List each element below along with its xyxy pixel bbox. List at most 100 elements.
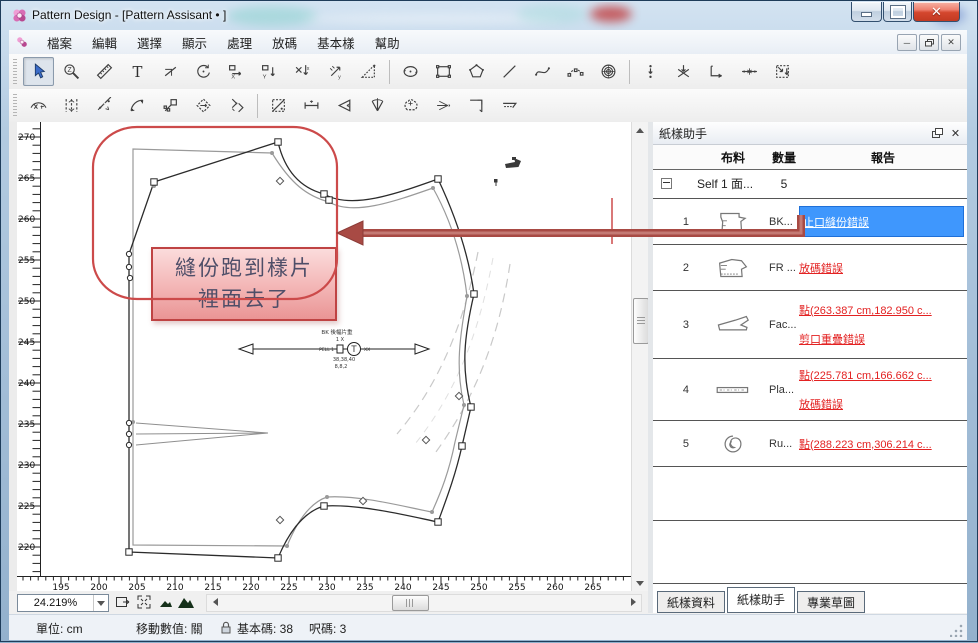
shape-arrows-tool-button[interactable]: [221, 91, 252, 120]
title-bar[interactable]: Pattern Design - [Pattern Assisant • ] ✕: [2, 2, 976, 30]
rotate-tool-button[interactable]: [188, 57, 219, 86]
mdi-minimize-button[interactable]: ─: [897, 34, 917, 51]
curve-points-tool-button[interactable]: [560, 57, 591, 86]
move-x-tool-button[interactable]: X: [221, 57, 252, 86]
pattern-canvas[interactable]: BK 後幅片重 1 X PELL 1 T XX 38,38,40 8,8,2: [41, 122, 631, 576]
table-row[interactable]: 1BK...止口縫份錯誤: [653, 199, 967, 245]
report-cell-selected[interactable]: 止口縫份錯誤: [799, 206, 964, 237]
maximize-button[interactable]: [883, 2, 912, 22]
report-link[interactable]: 點(225.781 cm,166.662 c...: [799, 367, 965, 383]
scroll-down-button[interactable]: [632, 575, 648, 591]
ruler-tool-button[interactable]: [89, 57, 120, 86]
scroll-up-button[interactable]: [632, 122, 648, 138]
select-arrow-button[interactable]: [23, 57, 54, 86]
table-row[interactable]: 5Ru...點(288.223 cm,306.214 c...: [653, 421, 967, 467]
move-y-tool-button[interactable]: Y: [254, 57, 285, 86]
rectangle-tool-button[interactable]: [428, 57, 459, 86]
resize-grip[interactable]: [950, 624, 963, 637]
zoom-out-preview-button[interactable]: [157, 594, 175, 610]
table-row-empty[interactable]: [653, 467, 967, 521]
zoom-dropdown-button[interactable]: [93, 595, 108, 611]
dart-left-tool-button[interactable]: [329, 91, 360, 120]
circle-tool-button[interactable]: [395, 57, 426, 86]
report-link[interactable]: 點(263.387 cm,182.950 c...: [799, 302, 965, 318]
fit-page-button[interactable]: [113, 594, 131, 610]
svg-text:260: 260: [18, 215, 35, 225]
mdi-restore-button[interactable]: [919, 34, 939, 51]
skew-tool-button[interactable]: x: [287, 57, 318, 86]
panel-float-button[interactable]: [930, 126, 945, 141]
point-box-tool-button[interactable]: [767, 57, 798, 86]
toolbar-grip[interactable]: [13, 59, 17, 84]
menu-編輯[interactable]: 編輯: [82, 30, 127, 55]
table-row[interactable]: 3Fac...點(263.387 cm,182.950 c...剪口重疊錯誤: [653, 291, 967, 359]
symmetry-shape-tool-button[interactable]: [188, 91, 219, 120]
scroll-left-button[interactable]: [207, 594, 223, 610]
menu-選擇[interactable]: 選擇: [127, 30, 172, 55]
polygon-tool-button[interactable]: [461, 57, 492, 86]
menu-基本樣[interactable]: 基本樣: [307, 30, 365, 55]
svg-text:270: 270: [18, 133, 35, 143]
point-corner-tool-button[interactable]: [701, 57, 732, 86]
scroll-right-button[interactable]: [625, 594, 641, 610]
corner-line-tool-button[interactable]: [461, 91, 492, 120]
menu-處理[interactable]: 處理: [217, 30, 262, 55]
point-adjust-tool-button[interactable]: y: [320, 57, 351, 86]
panel-tabs: 紙樣資料紙樣助手專業草圖: [657, 587, 867, 613]
hem-hook-tool-button[interactable]: [494, 91, 525, 120]
menu-顯示[interactable]: 顯示: [172, 30, 217, 55]
tab-專業草圖[interactable]: 專業草圖: [797, 591, 865, 613]
panel-close-button[interactable]: ✕: [948, 126, 963, 141]
zoom-tool-button[interactable]: Z: [56, 57, 87, 86]
horizontal-ruler: 1952002052102152202252302352402452502552…: [17, 576, 631, 591]
menu-檔案[interactable]: 檔案: [37, 30, 82, 55]
toolbar-grip[interactable]: [13, 94, 17, 117]
collapse-icon[interactable]: [661, 178, 672, 189]
vertical-scrollbar[interactable]: [631, 122, 649, 591]
curve-tool-button[interactable]: [527, 57, 558, 86]
text-tool-button[interactable]: T: [122, 57, 153, 86]
close-button[interactable]: ✕: [913, 2, 960, 22]
vertical-scroll-thumb[interactable]: [633, 298, 649, 344]
measure-triangle-tool-button[interactable]: [353, 57, 384, 86]
fan-right-tool-button[interactable]: [428, 91, 459, 120]
tab-紙樣資料[interactable]: 紙樣資料: [657, 591, 725, 613]
fan-tool-button[interactable]: [362, 91, 393, 120]
seam-box-tool-button[interactable]: [263, 91, 294, 120]
fit-all-button[interactable]: [135, 594, 153, 610]
report-link[interactable]: 放碼錯誤: [799, 396, 965, 412]
node-group-tool-button[interactable]: [155, 91, 186, 120]
svg-text:265: 265: [584, 583, 601, 591]
table-group-row[interactable]: Self 1 面...5: [653, 169, 967, 199]
zoom-in-preview-button[interactable]: [177, 594, 195, 610]
table-row-empty[interactable]: [653, 521, 967, 584]
point-vertical-tool-button[interactable]: [635, 57, 666, 86]
report-link[interactable]: 剪口重疊錯誤: [799, 331, 965, 347]
app-window: Pattern Design - [Pattern Assisant • ] ✕…: [0, 0, 978, 642]
line-tool-button[interactable]: [494, 57, 525, 86]
minimize-button[interactable]: [851, 2, 882, 22]
menu-放碼[interactable]: 放碼: [262, 30, 307, 55]
horizontal-scrollbar[interactable]: [206, 594, 642, 612]
width-measure-tool-button[interactable]: [296, 91, 327, 120]
point-horizontal-tool-button[interactable]: [734, 57, 765, 86]
notch-curve-tool-button[interactable]: [23, 91, 54, 120]
zoom-combo[interactable]: 24.219%: [17, 594, 109, 612]
report-link[interactable]: 點(288.223 cm,306.214 c...: [799, 436, 965, 452]
table-row[interactable]: 4Pla...點(225.781 cm,166.662 c...放碼錯誤: [653, 359, 967, 421]
spiral-tool-button[interactable]: [593, 57, 624, 86]
point-cross-tool-button[interactable]: [668, 57, 699, 86]
angle-arc-tool-button[interactable]: [122, 91, 153, 120]
tab-紙樣助手[interactable]: 紙樣助手: [727, 587, 795, 613]
dart-points-tool-button[interactable]: [89, 91, 120, 120]
overlap-shapes-tool-button[interactable]: [395, 91, 426, 120]
pleat-lines-tool-button[interactable]: [56, 91, 87, 120]
report-link[interactable]: 止口縫份錯誤: [803, 214, 869, 230]
mdi-close-button[interactable]: ✕: [941, 34, 961, 51]
report-link[interactable]: 放碼錯誤: [799, 260, 965, 276]
horizontal-scroll-thumb[interactable]: [392, 595, 429, 611]
expand-icon: [137, 595, 151, 609]
menu-幫助[interactable]: 幫助: [365, 30, 410, 55]
trim-tool-button[interactable]: [155, 57, 186, 86]
table-row[interactable]: 2FR ...放碼錯誤: [653, 245, 967, 291]
